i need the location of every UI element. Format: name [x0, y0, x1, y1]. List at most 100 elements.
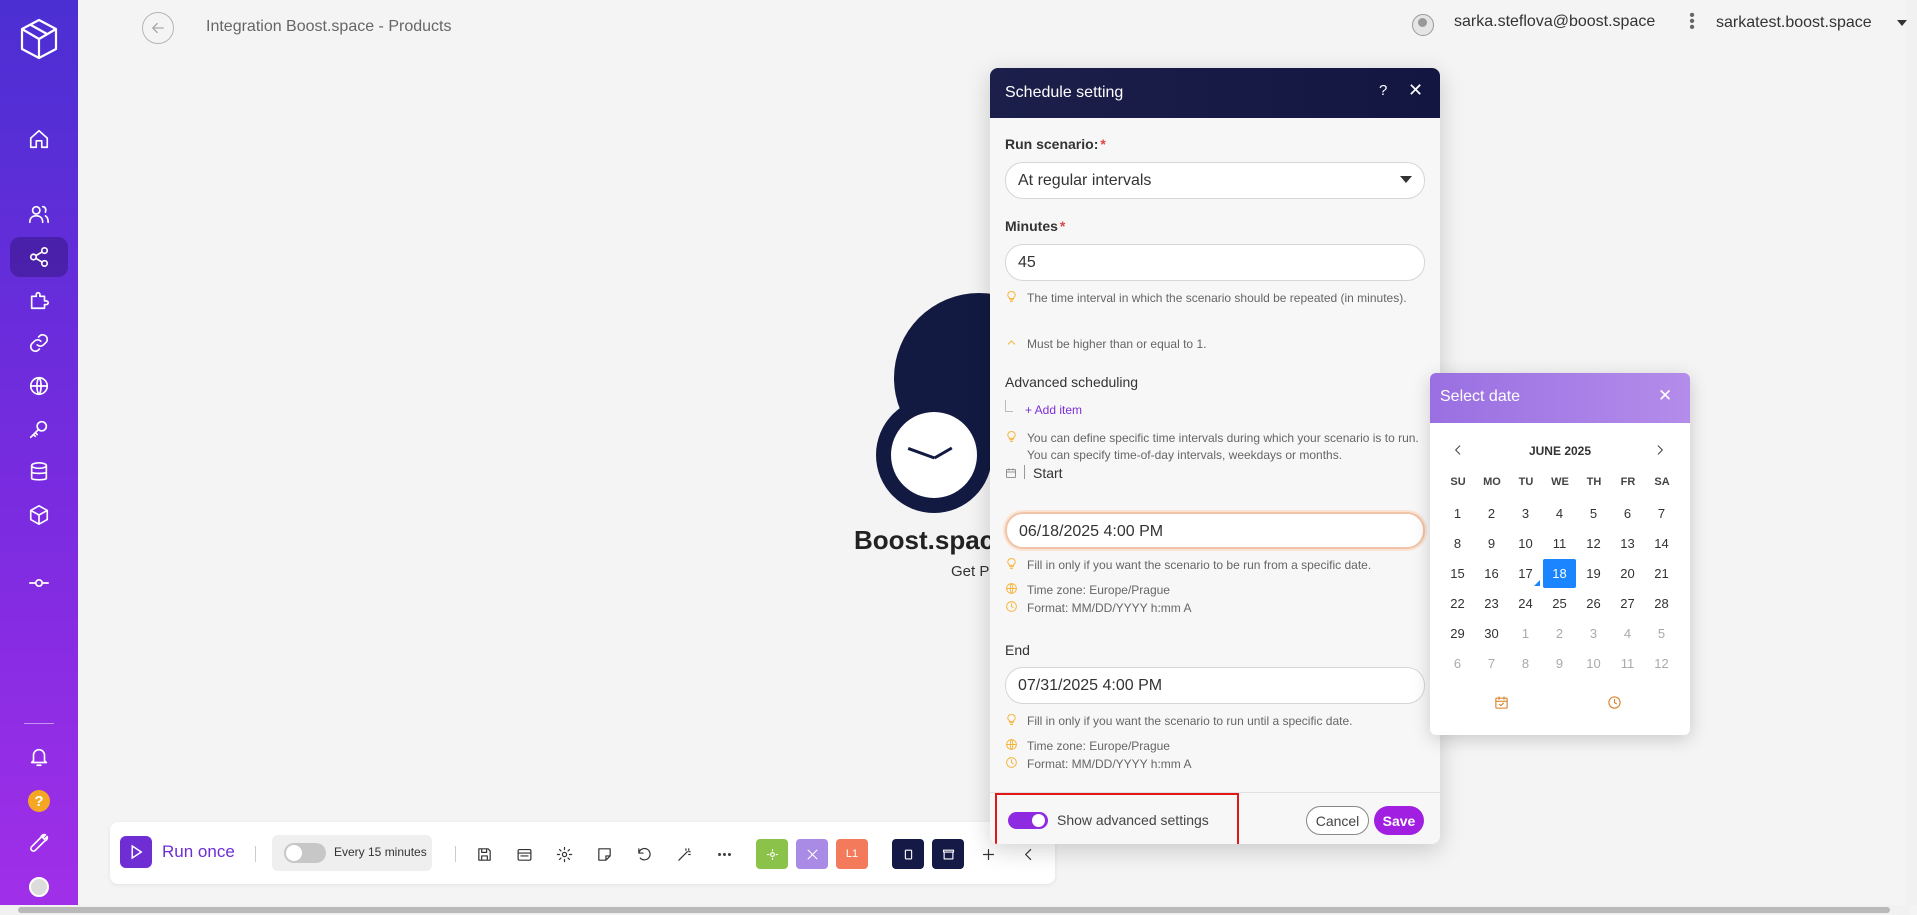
day-cell[interactable]: 4: [1543, 499, 1576, 528]
sidebar-item-data-stores[interactable]: [10, 452, 68, 492]
day-cell[interactable]: 20: [1611, 559, 1644, 588]
day-cell[interactable]: 24: [1509, 589, 1542, 618]
gear-icon[interactable]: [554, 844, 574, 864]
gear-chip-icon[interactable]: [756, 839, 788, 869]
day-cell[interactable]: 3: [1509, 499, 1542, 528]
day-cell[interactable]: 28: [1645, 589, 1678, 618]
log-chip-icon[interactable]: L1: [836, 839, 868, 869]
day-cell[interactable]: 6: [1611, 499, 1644, 528]
save-icon[interactable]: [474, 844, 494, 864]
avatar[interactable]: [29, 877, 49, 897]
day-cell[interactable]: 7: [1475, 649, 1508, 678]
day-cell[interactable]: 4: [1611, 619, 1644, 648]
day-cell[interactable]: 13: [1611, 529, 1644, 558]
day-cell[interactable]: 26: [1577, 589, 1610, 618]
day-cell[interactable]: 12: [1577, 529, 1610, 558]
day-cell[interactable]: 10: [1577, 649, 1610, 678]
date-picker-close-button[interactable]: ✕: [1658, 386, 1672, 406]
schedule-icon[interactable]: [514, 844, 534, 864]
vertical-scrollbar[interactable]: [1907, 0, 1917, 905]
day-cell[interactable]: 5: [1645, 619, 1678, 648]
day-cell[interactable]: 17: [1509, 559, 1542, 588]
close-button[interactable]: ✕: [1408, 80, 1423, 101]
note-icon[interactable]: [594, 844, 614, 864]
undo-icon[interactable]: [634, 844, 654, 864]
prev-month-button[interactable]: [1451, 443, 1465, 457]
box-chip-icon[interactable]: [932, 839, 964, 869]
day-cell[interactable]: 1: [1441, 499, 1474, 528]
sidebar-item-webhooks[interactable]: [10, 366, 68, 406]
org-switcher[interactable]: sarkatest.boost.space: [1716, 14, 1872, 32]
cancel-button[interactable]: Cancel: [1306, 806, 1369, 835]
day-cell[interactable]: 22: [1441, 589, 1474, 618]
month-label[interactable]: JUNE 2025: [1430, 444, 1690, 458]
day-cell[interactable]: 5: [1577, 499, 1610, 528]
sidebar-item-tools[interactable]: [10, 823, 68, 863]
chevron-down-icon[interactable]: [1897, 20, 1907, 26]
sidebar-item-users[interactable]: [10, 194, 68, 234]
day-cell[interactable]: 30: [1475, 619, 1508, 648]
scheduling-toggle[interactable]: [284, 843, 326, 863]
tools-chip-icon[interactable]: [796, 839, 828, 869]
horizontal-scrollbar-thumb[interactable]: [18, 907, 1890, 913]
day-cell[interactable]: 19: [1577, 559, 1610, 588]
clock-icon[interactable]: [1607, 695, 1623, 711]
plus-icon[interactable]: [978, 844, 998, 864]
calendar-icon[interactable]: [1005, 466, 1018, 478]
day-cell[interactable]: 16: [1475, 559, 1508, 588]
day-cell[interactable]: 15: [1441, 559, 1474, 588]
save-button[interactable]: Save: [1374, 806, 1424, 835]
more-icon[interactable]: [714, 844, 734, 864]
sidebar-item-home[interactable]: [10, 119, 68, 159]
back-button[interactable]: [142, 12, 174, 44]
day-cell[interactable]: 9: [1475, 529, 1508, 558]
day-cell[interactable]: 10: [1509, 529, 1542, 558]
user-email[interactable]: sarka.steflova@boost.space: [1454, 13, 1655, 31]
day-cell[interactable]: 21: [1645, 559, 1678, 588]
end-date-input[interactable]: 07/31/2025 4:00 PM: [1005, 667, 1425, 704]
sidebar-item-notifications[interactable]: [10, 737, 68, 777]
minutes-input[interactable]: 45: [1005, 244, 1425, 281]
add-item-button[interactable]: + Add item: [1025, 403, 1082, 417]
day-cell[interactable]: 25: [1543, 589, 1576, 618]
magic-icon[interactable]: [674, 844, 694, 864]
sidebar-item-apps[interactable]: [10, 280, 68, 320]
day-cell[interactable]: 14: [1645, 529, 1678, 558]
day-cell[interactable]: 11: [1611, 649, 1644, 678]
sidebar-item-scenarios[interactable]: [10, 237, 68, 277]
user-avatar[interactable]: [1412, 14, 1434, 36]
day-cell[interactable]: 2: [1543, 619, 1576, 648]
day-cell[interactable]: 7: [1645, 499, 1678, 528]
day-cell[interactable]: 3: [1577, 619, 1610, 648]
horizontal-scrollbar[interactable]: [0, 905, 1910, 915]
help-button[interactable]: ?: [1379, 82, 1387, 99]
start-date-input[interactable]: 06/18/2025 4:00 PM: [1005, 512, 1425, 549]
more-vertical-icon[interactable]: • • •: [1689, 8, 1695, 36]
day-cell-selected[interactable]: 18: [1543, 559, 1576, 588]
sidebar-item-data-structures[interactable]: [10, 495, 68, 535]
sidebar-item-keys[interactable]: [10, 409, 68, 449]
calendar-icon[interactable]: [1494, 695, 1510, 711]
sidebar-item-connections[interactable]: [10, 323, 68, 363]
day-cell[interactable]: 11: [1543, 529, 1576, 558]
run-scenario-select[interactable]: At regular intervals: [1005, 162, 1425, 199]
boost-logo-icon[interactable]: [19, 18, 59, 60]
scheduling-control[interactable]: Every 15 minutes: [272, 835, 432, 871]
day-cell[interactable]: 6: [1441, 649, 1474, 678]
day-cell[interactable]: 8: [1441, 529, 1474, 558]
day-cell[interactable]: 27: [1611, 589, 1644, 618]
chevron-down-icon[interactable]: [1400, 176, 1412, 183]
day-cell[interactable]: 12: [1645, 649, 1678, 678]
help-icon[interactable]: ?: [28, 790, 50, 812]
day-cell[interactable]: 29: [1441, 619, 1474, 648]
schedule-clock-icon[interactable]: [876, 397, 992, 513]
run-once-button[interactable]: Run once: [120, 836, 235, 868]
day-cell[interactable]: 2: [1475, 499, 1508, 528]
next-month-button[interactable]: [1653, 443, 1667, 457]
day-cell[interactable]: 23: [1475, 589, 1508, 618]
day-cell[interactable]: 8: [1509, 649, 1542, 678]
day-cell[interactable]: 1: [1509, 619, 1542, 648]
flow-control-chip-icon[interactable]: [892, 839, 924, 869]
day-cell[interactable]: 9: [1543, 649, 1576, 678]
chevron-left-icon[interactable]: [1018, 844, 1038, 864]
